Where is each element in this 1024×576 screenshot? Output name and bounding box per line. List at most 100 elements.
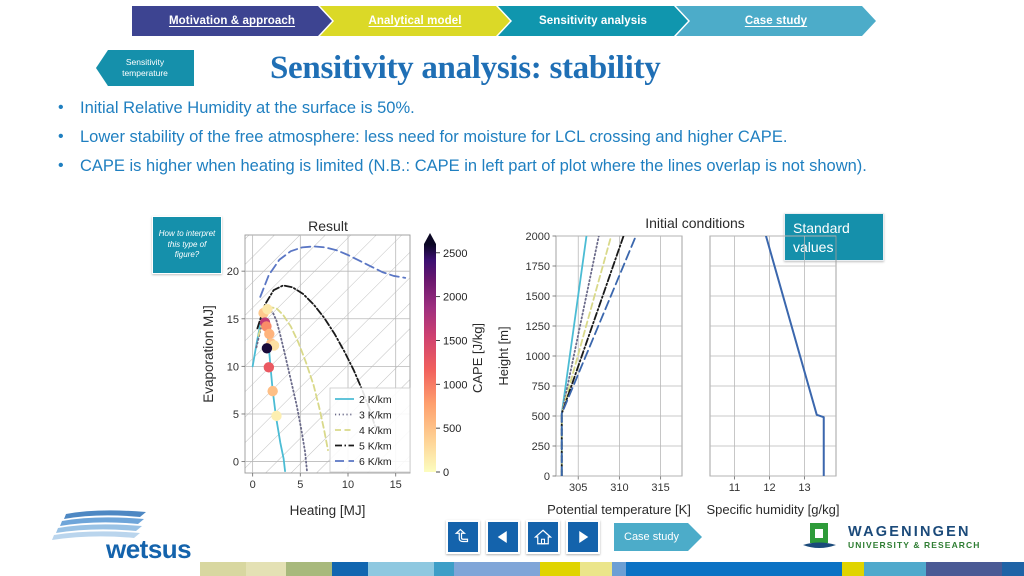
sensitivity-temperature-badge[interactable]: Sensitivity temperature — [96, 50, 194, 86]
svg-text:Height [m]: Height [m] — [496, 326, 511, 385]
svg-text:2000: 2000 — [526, 231, 550, 243]
case-study-link-label: Case study — [624, 531, 680, 543]
initial-conditions-figure-title: Initial conditions — [645, 215, 745, 231]
next-slide-button[interactable] — [566, 520, 600, 554]
svg-text:20: 20 — [227, 266, 239, 278]
footer-stripe-segment — [332, 562, 368, 576]
nav-tab-motivation[interactable]: Motivation & approach — [132, 6, 332, 36]
wageningen-line-1: WAGENINGEN — [848, 524, 971, 540]
badge-line-1: Sensitivity — [125, 57, 165, 67]
svg-text:0: 0 — [233, 457, 239, 469]
wageningen-line-2: UNIVERSITY & RESEARCH — [848, 540, 981, 550]
svg-text:Heating [MJ]: Heating [MJ] — [290, 503, 366, 518]
svg-text:1500: 1500 — [443, 335, 467, 347]
svg-text:6 K/km: 6 K/km — [359, 456, 392, 468]
svg-text:0: 0 — [443, 467, 449, 479]
nav-tab-analytical-model-label: Analytical model — [368, 15, 462, 27]
svg-text:310: 310 — [610, 482, 628, 494]
svg-text:Evaporation MJ]: Evaporation MJ] — [201, 305, 216, 403]
footer-color-stripe — [0, 562, 1024, 576]
standard-values-badge[interactable]: Standard values — [784, 213, 884, 261]
svg-text:1250: 1250 — [526, 321, 550, 333]
standard-values-line-2: values — [793, 239, 834, 255]
svg-text:5 K/km: 5 K/km — [359, 441, 392, 453]
svg-text:12: 12 — [763, 482, 775, 494]
svg-text:4 K/km: 4 K/km — [359, 425, 392, 437]
home-icon — [534, 529, 552, 545]
footer-stripe-segment — [368, 562, 434, 576]
svg-text:2 K/km: 2 K/km — [359, 394, 392, 406]
svg-text:0: 0 — [250, 479, 256, 491]
footer-stripe-segment — [612, 562, 626, 576]
result-figure-title: Result — [308, 218, 348, 234]
wetsus-wordmark: wetsus — [106, 534, 192, 564]
nav-tab-case-study[interactable]: Case study — [676, 6, 876, 36]
bullet-list: • Initial Relative Humidity at the surfa… — [58, 95, 978, 182]
footer-stripe-segment — [626, 562, 842, 576]
svg-text:1500: 1500 — [526, 291, 550, 303]
footer-stripe-segment — [1002, 562, 1024, 576]
svg-text:15: 15 — [227, 314, 239, 326]
wetsus-logo: wetsus — [46, 508, 221, 568]
nav-tab-sensitivity-analysis-label: Sensitivity analysis — [538, 15, 648, 27]
wageningen-mark-icon — [803, 523, 836, 548]
page-title: Sensitivity analysis: stability — [270, 50, 661, 86]
svg-text:CAPE [J/kg]: CAPE [J/kg] — [470, 323, 485, 393]
bullet-marker-icon: • — [58, 99, 64, 116]
footer-stripe-segment — [200, 562, 246, 576]
svg-text:15: 15 — [390, 479, 402, 491]
previous-slide-button[interactable] — [486, 520, 520, 554]
footer-stripe-segment — [842, 562, 864, 576]
svg-text:500: 500 — [443, 423, 461, 435]
nav-tab-motivation-label: Motivation & approach — [168, 15, 296, 27]
footer-stripe-segment — [286, 562, 332, 576]
wageningen-wordmark: WAGENINGEN UNIVERSITY & RESEARCH — [848, 524, 981, 550]
footer-stripe-segment — [540, 562, 580, 576]
svg-text:1000: 1000 — [443, 379, 467, 391]
svg-text:10: 10 — [342, 479, 354, 491]
footer-stripe-segment — [926, 562, 1002, 576]
svg-text:11: 11 — [729, 482, 740, 494]
standard-values-line-1: Standard — [793, 220, 850, 236]
footer-stripe-segment — [434, 562, 454, 576]
bullet-marker-icon: • — [58, 128, 64, 145]
svg-text:13: 13 — [798, 482, 810, 494]
how-to-interpret-button[interactable]: How to interpret this type of figure? — [152, 216, 222, 274]
footer-stripe-segment — [0, 562, 200, 576]
list-item: • Initial Relative Humidity at the surfa… — [58, 95, 978, 121]
list-item-text: Initial Relative Humidity at the surface… — [80, 99, 415, 117]
svg-text:1750: 1750 — [526, 261, 550, 273]
list-item-text: CAPE is higher when heating is limited (… — [80, 157, 867, 175]
svg-text:500: 500 — [532, 411, 550, 423]
footer-stripe-segment — [246, 562, 286, 576]
next-triangle-icon — [579, 531, 589, 543]
svg-text:2000: 2000 — [443, 292, 467, 304]
list-item: • CAPE is higher when heating is limited… — [58, 153, 978, 179]
svg-text:Specific humidity [g/kg]: Specific humidity [g/kg] — [707, 502, 840, 517]
back-arrow-button[interactable] — [446, 520, 480, 554]
footer-stripe-segment — [454, 562, 540, 576]
nav-tab-sensitivity-analysis[interactable]: Sensitivity analysis — [498, 6, 688, 36]
list-item: • Lower stability of the free atmosphere… — [58, 124, 978, 150]
footer-stripe-segment — [864, 562, 926, 576]
svg-text:3 K/km: 3 K/km — [359, 410, 392, 422]
slide-navigation-bar: Case study — [446, 520, 702, 554]
back-arrow-icon — [454, 528, 469, 543]
previous-triangle-icon — [497, 531, 507, 543]
badge-line-2: temperature — [122, 68, 168, 78]
case-study-link-button[interactable]: Case study — [614, 523, 702, 551]
svg-text:250: 250 — [532, 441, 550, 453]
svg-text:750: 750 — [532, 381, 550, 393]
nav-tab-analytical-model[interactable]: Analytical model — [320, 6, 510, 36]
svg-text:1000: 1000 — [526, 351, 550, 363]
svg-text:10: 10 — [227, 361, 239, 373]
svg-text:0: 0 — [544, 471, 550, 483]
svg-text:305: 305 — [569, 482, 587, 494]
home-button[interactable] — [526, 520, 560, 554]
svg-text:315: 315 — [651, 482, 669, 494]
progress-nav: Motivation & approach Analytical model S… — [132, 6, 892, 36]
bullet-marker-icon: • — [58, 157, 64, 174]
nav-tab-case-study-label: Case study — [744, 15, 808, 27]
svg-text:5: 5 — [233, 409, 239, 421]
svg-text:5: 5 — [297, 479, 303, 491]
